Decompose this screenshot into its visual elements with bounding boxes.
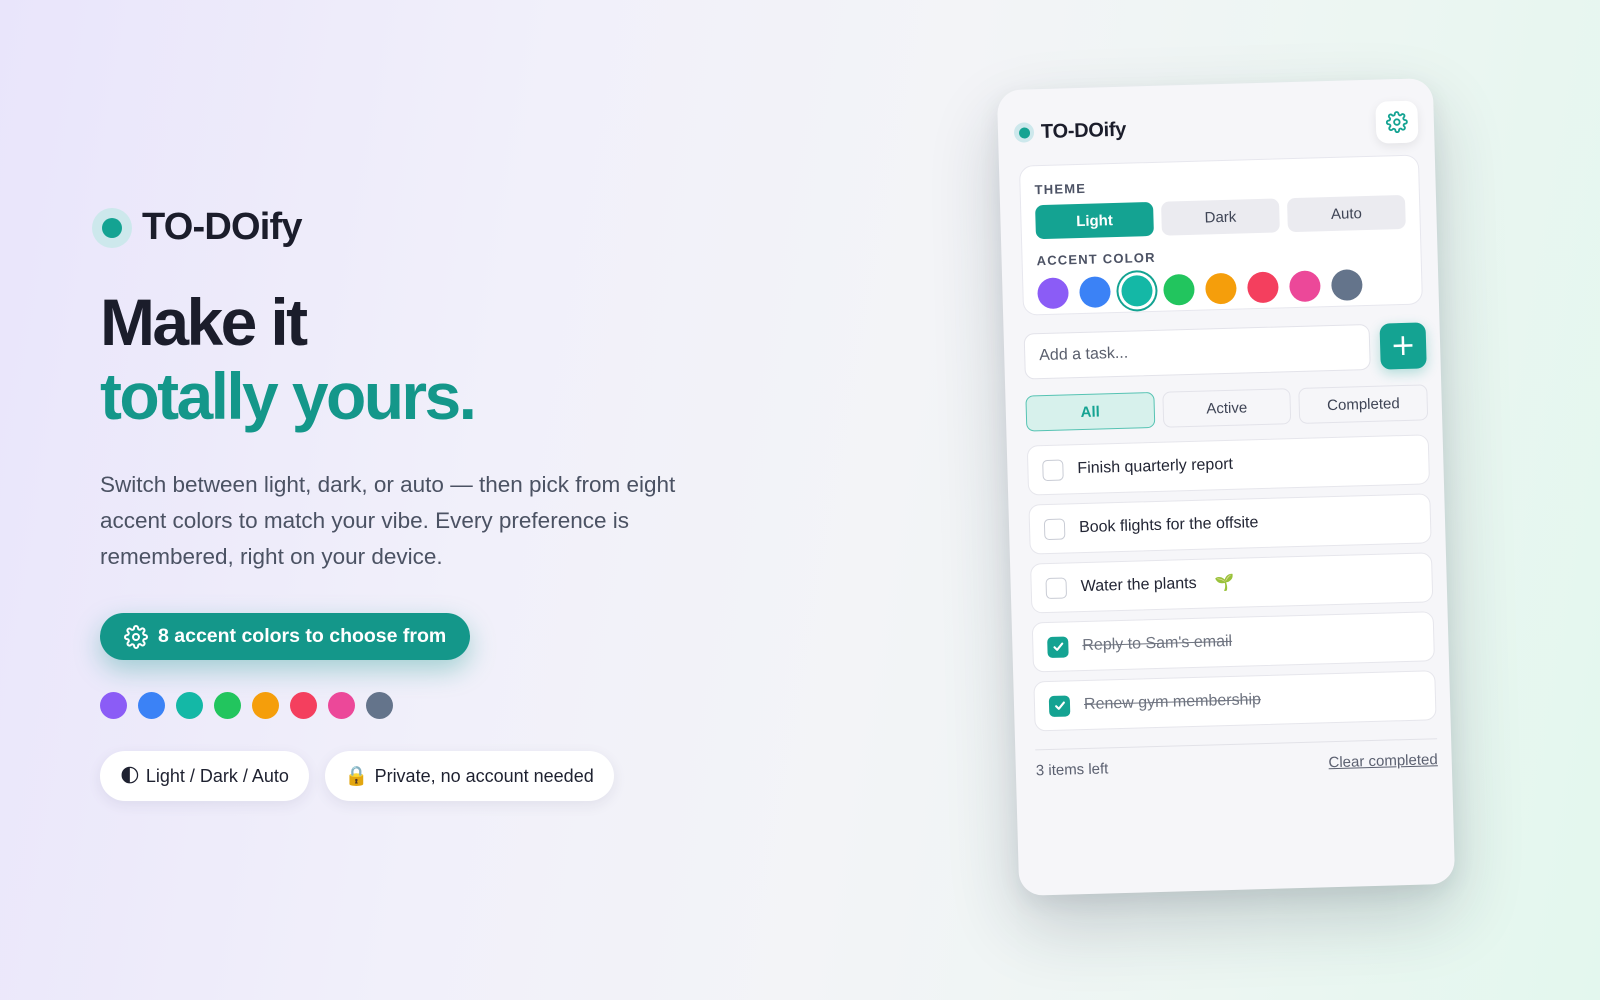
accent-color-label: ACCENT COLOR [1036, 249, 1156, 269]
color-swatch [290, 692, 317, 719]
feature-pills: 🌓 Light / Dark / Auto 🔒 Private, no acco… [100, 751, 772, 801]
app-logo-icon [1013, 122, 1035, 143]
pill-label: Private, no account needed [374, 765, 594, 786]
seedling-icon: 🌱 [1214, 574, 1235, 593]
pill-privacy: 🔒 Private, no account needed [324, 751, 614, 801]
task-filters: All Active Completed [1025, 384, 1429, 432]
task-text: Renew gym membership [1083, 691, 1262, 714]
check-icon [1052, 642, 1063, 651]
settings-button[interactable] [1375, 100, 1419, 144]
add-task-row: + [1023, 322, 1427, 380]
app-window: TO-DOify THEME Light Dark Auto ACCENT CO… [996, 78, 1456, 896]
brand-logo-icon [92, 207, 132, 248]
pill-label: Light / Dark / Auto [145, 765, 289, 786]
accent-color-option[interactable] [1205, 272, 1237, 305]
accent-color-option[interactable] [1121, 274, 1153, 307]
task-checkbox[interactable] [1048, 694, 1071, 717]
headline: Make it totally yours. [100, 285, 772, 433]
hero-swatches [100, 692, 772, 719]
theme-selector: Light Dark Auto [1035, 194, 1406, 240]
task-list: Finish quarterly report Book flights for… [1026, 434, 1437, 740]
pill-theme-modes: 🌓 Light / Dark / Auto [100, 751, 309, 801]
color-swatch [214, 692, 241, 719]
task-checkbox[interactable] [1047, 635, 1069, 658]
accent-color-option[interactable] [1288, 270, 1321, 303]
task-text: Book flights for the offsite [1078, 514, 1259, 537]
accent-colors-cta-button[interactable]: 8 accent colors to choose from [100, 613, 471, 660]
task-footer: 3 items left Clear completed [1035, 738, 1438, 780]
task-checkbox[interactable] [1043, 518, 1066, 540]
task-item: Water the plants 🌱 [1030, 552, 1434, 614]
task-item: Reply to Sam's email [1031, 611, 1435, 673]
theme-auto-button[interactable]: Auto [1286, 194, 1406, 233]
headline-line-2: totally yours. [100, 359, 477, 433]
accent-color-picker [1037, 268, 1408, 310]
theme-dark-button[interactable]: Dark [1161, 198, 1280, 236]
settings-panel: THEME Light Dark Auto ACCENT COLOR [1018, 154, 1423, 316]
accent-color-option[interactable] [1163, 273, 1195, 306]
task-checkbox[interactable] [1042, 459, 1064, 481]
hero-section: TO-DOify Make it totally yours. Switch b… [92, 206, 772, 801]
task-checkbox[interactable] [1045, 576, 1068, 599]
color-swatch [328, 692, 355, 719]
accent-color-option[interactable] [1079, 276, 1111, 309]
filter-completed-tab[interactable]: Completed [1298, 384, 1429, 424]
task-text: Finish quarterly report [1077, 455, 1234, 478]
lock-icon: 🔒 [344, 766, 369, 787]
task-text: Water the plants [1080, 574, 1197, 596]
accent-color-option[interactable] [1037, 277, 1069, 310]
add-task-input[interactable] [1023, 323, 1371, 380]
app-header: TO-DOify [1013, 100, 1419, 154]
clear-completed-link[interactable]: Clear completed [1328, 751, 1438, 771]
headline-line-1: Make it [100, 285, 308, 359]
gear-icon [1385, 111, 1408, 134]
color-swatch [176, 692, 203, 719]
task-item: Book flights for the offsite [1028, 493, 1432, 555]
app-title: TO-DOify [1040, 118, 1127, 143]
task-item: Renew gym membership [1033, 670, 1437, 732]
color-swatch [252, 692, 279, 719]
color-swatch [100, 692, 127, 719]
half-moon-icon: 🌓 [120, 765, 140, 787]
items-left-count: 3 items left [1035, 760, 1109, 780]
theme-light-button[interactable]: Light [1035, 201, 1154, 240]
gear-icon [124, 624, 148, 649]
theme-label: THEME [1034, 180, 1087, 198]
color-swatch [366, 692, 393, 719]
task-item: Finish quarterly report [1026, 434, 1431, 496]
filter-active-tab[interactable]: Active [1161, 388, 1292, 428]
check-icon [1054, 701, 1065, 710]
accent-color-option[interactable] [1330, 269, 1363, 301]
cta-label: 8 accent colors to choose from [158, 625, 447, 647]
hero-description: Switch between light, dark, or auto — th… [100, 472, 676, 569]
brand-name: TO-DOify [142, 206, 302, 248]
accent-color-option[interactable] [1247, 271, 1279, 304]
filter-all-tab[interactable]: All [1025, 391, 1155, 432]
color-swatch [138, 692, 165, 719]
brand: TO-DOify [92, 206, 772, 249]
add-task-button[interactable]: + [1379, 322, 1427, 370]
task-text: Reply to Sam's email [1082, 632, 1233, 655]
app-brand: TO-DOify [1013, 118, 1127, 144]
